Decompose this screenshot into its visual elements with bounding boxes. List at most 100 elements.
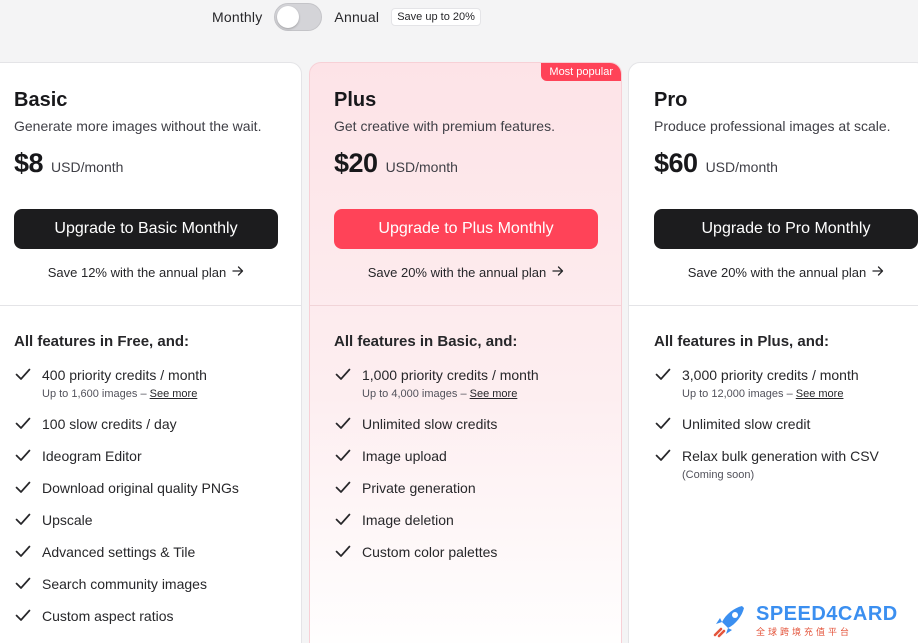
- watermark-tagline: 全球跨境充值平台: [756, 626, 853, 637]
- feature-item: Unlimited slow credits: [334, 415, 613, 433]
- check-icon: [334, 446, 352, 464]
- see-more-link[interactable]: See more: [470, 388, 518, 400]
- upgrade-button[interactable]: Upgrade to Plus Monthly: [334, 209, 598, 249]
- feature-subtext-label: (Coming soon): [682, 469, 755, 481]
- check-icon: [334, 510, 352, 528]
- save-badge: Save up to 20%: [391, 8, 481, 26]
- feature-item: 100 slow credits / day: [14, 415, 293, 433]
- feature-item: Search community images: [14, 575, 293, 593]
- plan-description: Produce professional images at scale.: [654, 118, 891, 134]
- feature-text: Relax bulk generation with CSV: [682, 448, 879, 464]
- plan-name: Plus: [334, 89, 377, 111]
- feature-item: Image upload: [334, 447, 613, 465]
- annual-plan-link[interactable]: Save 20% with the annual plan: [334, 265, 598, 280]
- check-icon: [14, 606, 32, 624]
- check-icon: [334, 365, 352, 383]
- plan-name: Pro: [654, 89, 688, 111]
- plan-header: Basic Generate more images without the w…: [0, 63, 301, 280]
- check-icon: [654, 365, 672, 383]
- feature-text: 3,000 priority credits / month: [682, 367, 859, 383]
- annual-plan-link[interactable]: Save 12% with the annual plan: [14, 265, 278, 280]
- divider: [0, 305, 301, 306]
- features-list: All features in Plus, and: 3,000 priorit…: [654, 333, 918, 496]
- billing-toggle-row: Monthly Annual Save up to 20%: [0, 0, 918, 38]
- check-icon: [654, 414, 672, 432]
- feature-subtext: Up to 4,000 images – See more: [362, 387, 539, 401]
- feature-subtext-label: Up to 12,000 images –: [682, 388, 796, 400]
- feature-text: Image upload: [362, 448, 447, 464]
- feature-text: Advanced settings & Tile: [42, 544, 196, 560]
- arrow-right-icon: [552, 265, 564, 280]
- feature-text: Unlimited slow credits: [362, 416, 498, 432]
- watermark-brand: SPEED4CARD: [756, 602, 898, 625]
- features-heading: All features in Basic, and:: [334, 333, 518, 350]
- feature-text: Download original quality PNGs: [42, 480, 239, 496]
- watermark-text: SPEED4CARD 全球跨境充值平台: [756, 603, 898, 638]
- feature-text: 100 slow credits / day: [42, 416, 177, 432]
- plan-header: Plus Get creative with premium features.…: [310, 63, 621, 280]
- feature-item: Upscale: [14, 511, 293, 529]
- check-icon: [14, 446, 32, 464]
- feature-text: Unlimited slow credit: [682, 416, 811, 432]
- check-icon: [14, 414, 32, 432]
- feature-item: Custom aspect ratios: [14, 607, 293, 625]
- feature-item: Ideogram Editor: [14, 447, 293, 465]
- feature-text: 400 priority credits / month: [42, 367, 207, 383]
- feature-item: Custom color palettes: [334, 543, 613, 561]
- check-icon: [14, 510, 32, 528]
- features-list: All features in Basic, and: 1,000 priori…: [334, 333, 613, 575]
- plan-price: $60: [654, 148, 698, 178]
- feature-item: Unlimited slow credit: [654, 415, 918, 433]
- divider: [629, 305, 918, 306]
- arrow-right-icon: [232, 265, 244, 280]
- feature-subtext: (Coming soon): [682, 468, 879, 482]
- plan-header: Pro Produce professional images at scale…: [629, 63, 918, 280]
- check-icon: [14, 478, 32, 496]
- price-unit: USD/month: [705, 159, 778, 175]
- check-icon: [334, 414, 352, 432]
- upgrade-button[interactable]: Upgrade to Basic Monthly: [14, 209, 278, 249]
- arrow-right-icon: [872, 265, 884, 280]
- monthly-label[interactable]: Monthly: [212, 9, 262, 25]
- plan-card-pro: Pro Produce professional images at scale…: [628, 62, 918, 643]
- check-icon: [14, 365, 32, 383]
- upgrade-button[interactable]: Upgrade to Pro Monthly: [654, 209, 918, 249]
- check-icon: [334, 478, 352, 496]
- divider: [310, 305, 621, 306]
- price-unit: USD/month: [385, 159, 458, 175]
- watermark: SPEED4CARD 全球跨境充值平台: [712, 602, 898, 638]
- feature-item: Relax bulk generation with CSV (Coming so…: [654, 447, 918, 482]
- feature-item: Download original quality PNGs: [14, 479, 293, 497]
- feature-item: 1,000 priority credits / month Up to 4,00…: [334, 366, 613, 401]
- features-heading: All features in Free, and:: [14, 333, 190, 350]
- most-popular-badge: Most popular: [541, 63, 621, 81]
- annual-label[interactable]: Annual: [334, 9, 379, 25]
- see-more-link[interactable]: See more: [796, 388, 844, 400]
- price-row: $20 USD/month: [334, 148, 621, 179]
- feature-item: 3,000 priority credits / month Up to 12,0…: [654, 366, 918, 401]
- feature-item: 400 priority credits / month Up to 1,600 …: [14, 366, 293, 401]
- plan-name: Basic: [14, 89, 68, 111]
- features-list: All features in Free, and: 400 priority …: [14, 333, 293, 639]
- feature-text: Upscale: [42, 512, 93, 528]
- feature-subtext-label: Up to 1,600 images –: [42, 388, 150, 400]
- feature-item: Advanced settings & Tile: [14, 543, 293, 561]
- see-more-link[interactable]: See more: [150, 388, 198, 400]
- check-icon: [14, 574, 32, 592]
- feature-subtext: Up to 1,600 images – See more: [42, 387, 207, 401]
- price-row: $60 USD/month: [654, 148, 918, 179]
- check-icon: [14, 542, 32, 560]
- feature-item: Private generation: [334, 479, 613, 497]
- feature-text: Custom color palettes: [362, 544, 498, 560]
- annual-plan-link-text: Save 20% with the annual plan: [687, 265, 867, 280]
- plan-card-basic: Basic Generate more images without the w…: [0, 62, 302, 643]
- features-heading: All features in Plus, and:: [654, 333, 830, 350]
- billing-period-switch[interactable]: [274, 3, 323, 31]
- plan-price: $20: [334, 148, 378, 178]
- annual-plan-link-text: Save 12% with the annual plan: [47, 265, 227, 280]
- feature-subtext: Up to 12,000 images – See more: [682, 387, 859, 401]
- feature-text: Ideogram Editor: [42, 448, 142, 464]
- plan-description: Get creative with premium features.: [334, 118, 555, 134]
- annual-plan-link[interactable]: Save 20% with the annual plan: [654, 265, 918, 280]
- feature-text: Image deletion: [362, 512, 454, 528]
